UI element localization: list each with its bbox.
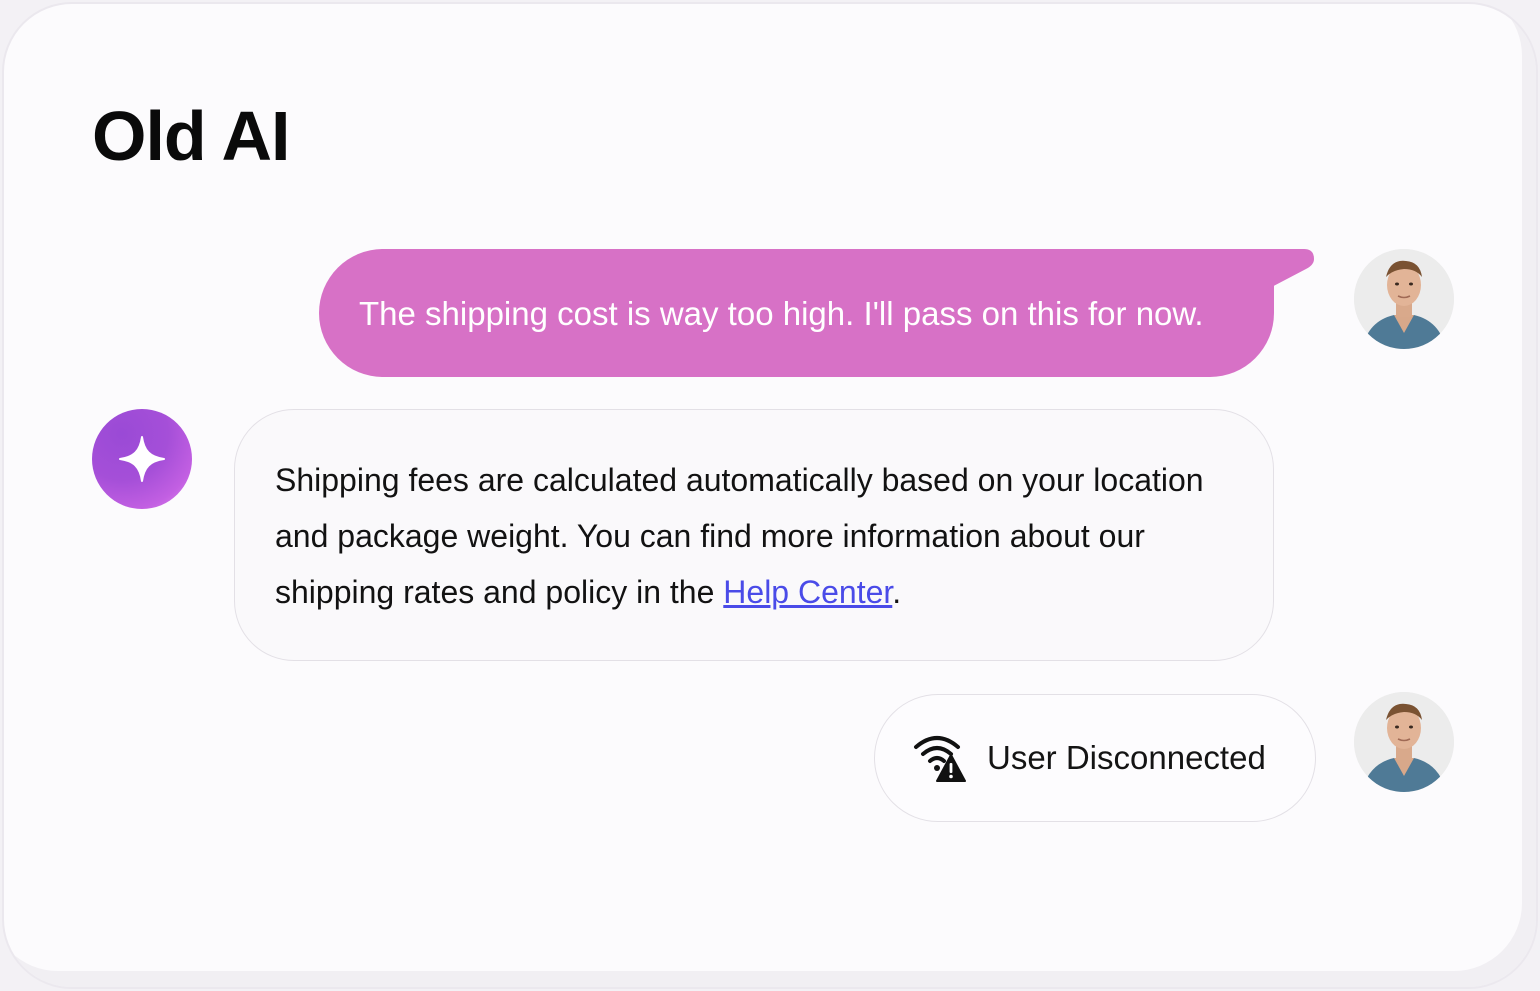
bubble-tail xyxy=(1254,249,1314,291)
user-disconnected-status: User Disconnected xyxy=(874,694,1316,822)
ai-message-end: . xyxy=(892,574,902,610)
ai-message-text: Shipping fees are calculated automatical… xyxy=(275,452,1233,620)
sparkle-icon xyxy=(119,436,165,482)
help-center-link[interactable]: Help Center xyxy=(723,574,892,610)
chat-card: Old AI The shipping cost is way too high… xyxy=(2,2,1538,989)
user-avatar xyxy=(1354,249,1454,349)
wifi-warning-icon xyxy=(914,736,966,782)
user-message-text: The shipping cost is way too high. I'll … xyxy=(359,295,1204,332)
ai-avatar xyxy=(92,409,192,509)
user-message-bubble: The shipping cost is way too high. I'll … xyxy=(319,249,1314,377)
status-label: User Disconnected xyxy=(987,739,1266,776)
ai-message-bubble: Shipping fees are calculated automatical… xyxy=(234,409,1274,661)
user-avatar-secondary xyxy=(1354,692,1454,792)
page-title: Old AI xyxy=(92,97,291,175)
